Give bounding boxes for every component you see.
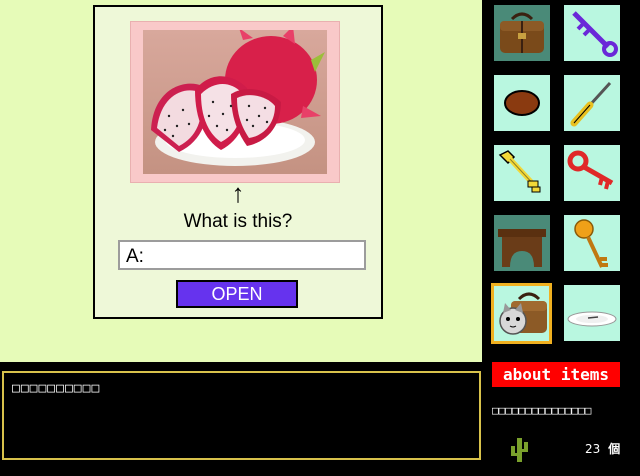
open-button[interactable]: OPEN: [176, 280, 298, 308]
about-items-button[interactable]: about items: [492, 362, 620, 387]
message-text: □□□□□□□□□□: [12, 381, 101, 396]
dragon-fruit-photo-frame: [130, 21, 340, 183]
inventory-slot-screwdriver[interactable]: [564, 75, 620, 131]
white-plate-icon: [567, 311, 617, 327]
oval-stone-icon: [504, 90, 540, 116]
inventory-slot-round-key[interactable]: [564, 215, 620, 271]
dragon-fruit-photo: [143, 30, 327, 174]
message-box: □□□□□□□□□□: [2, 371, 481, 460]
screwdriver-icon: [570, 81, 612, 127]
item-description: □□□□□□□□□□□□□□□: [492, 404, 592, 417]
yellow-key-icon: [498, 150, 541, 193]
wooden-stool-icon: [494, 215, 550, 271]
answer-input[interactable]: A:: [118, 240, 366, 270]
inventory-slot-purple-key[interactable]: [564, 5, 620, 61]
item-count-value: 23: [585, 442, 601, 456]
cat-in-bag-icon: [499, 292, 547, 335]
inventory-slot-plate[interactable]: [564, 285, 620, 341]
purple-key-icon: [572, 11, 618, 57]
inventory-slot-cat-bag[interactable]: [491, 283, 552, 344]
puzzle-question: What is this?: [183, 211, 293, 232]
inventory-slot-yellow-key[interactable]: [494, 145, 550, 201]
red-key-icon: [567, 150, 614, 190]
inventory-slot-stone[interactable]: [494, 75, 550, 131]
item-count-unit: 個: [608, 442, 621, 456]
up-arrow: ↑: [231, 178, 245, 208]
puzzle-panel: ↑ What is this? A: OPEN: [93, 5, 383, 319]
inventory-slot-bag[interactable]: [494, 5, 550, 61]
bag-icon: [494, 5, 550, 61]
round-key-icon: [574, 219, 608, 268]
item-counter: 23 個: [585, 440, 620, 457]
cactus-icon: [511, 438, 528, 462]
inventory-slot-stool[interactable]: [494, 215, 550, 271]
answer-value: A:: [126, 246, 144, 267]
scene-area: ↑ What is this? A: OPEN: [0, 0, 482, 362]
inventory-slot-red-key[interactable]: [564, 145, 620, 201]
